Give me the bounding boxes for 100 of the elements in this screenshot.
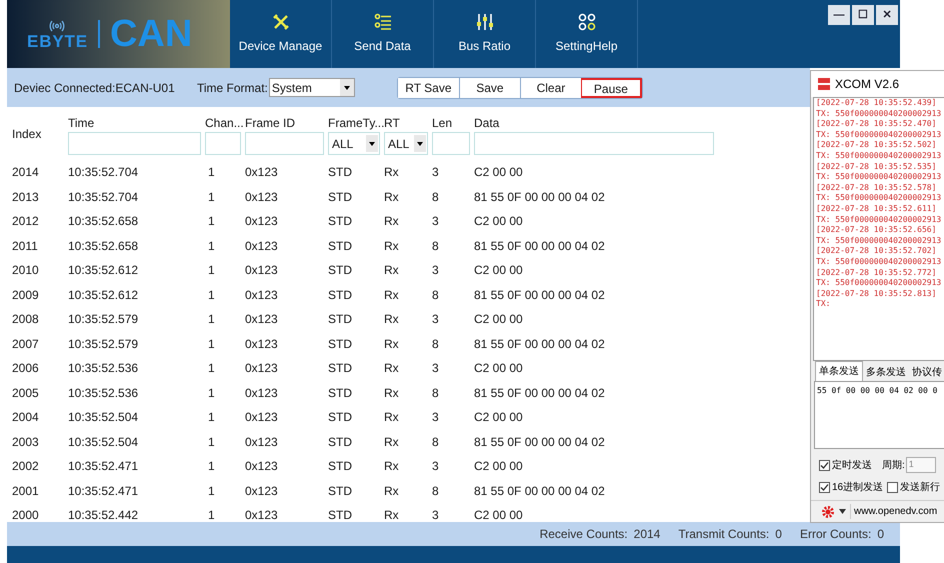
table-cell-text: 1 [207,286,216,304]
log-line: TX: 550f000000040200002913 [816,236,942,246]
status-value: 2014 [634,526,660,543]
table-cell-text: STD [328,336,353,353]
checkbox[interactable] [887,482,898,492]
log-line: TX: 550f000000040200002913 [816,278,942,289]
table-cell-text: STD [328,409,353,426]
column-filter-select[interactable]: ALL [328,132,380,155]
table-cell-text: Rx [384,458,400,476]
table-cell-text: 8 [432,434,440,451]
maximize-button[interactable]: ☐ [852,5,874,25]
table-cell-text: 1 [207,311,216,328]
table-cell-text: 10:35:52.579 [68,311,140,328]
window-title: XCOM V2.6 [835,76,900,93]
app-logo-icon [817,77,831,91]
tab[interactable]: 多条发送 [863,364,909,381]
tab[interactable]: 协议传 [909,364,944,381]
send-text-field[interactable]: 55 0f 00 00 00 04 02 00 0 [814,381,944,449]
log-line: [2022-07-28 10:35:52.611] [816,204,938,215]
table-cell-text: 1 [207,336,216,353]
table-cell-text: Rx [384,336,400,353]
table-cell-text: STD [328,507,353,524]
column-header: Len [432,115,454,132]
column-filter-field[interactable] [205,132,241,155]
table-cell-text: 2009 [12,286,40,304]
column-filter-select[interactable]: ALL [384,132,428,155]
table-cell-text: 3 [432,262,440,280]
table-cell-text: 0x123 [245,458,279,476]
column-filter-field[interactable] [245,132,324,155]
log-line: TX: 550f000000040200002913 [816,108,942,120]
log-line: TX: 550f000000040200002913 [816,256,942,268]
table-cell-text: 0x123 [245,213,279,230]
tab[interactable]: 单条发送 [815,361,863,381]
table-cell-text: STD [328,360,353,378]
minimize-button[interactable]: — [828,5,850,25]
log-line: TX: 550f000000040200002913 [816,130,942,140]
table-cell-text: 10:35:52.471 [68,482,140,500]
time-format-select[interactable]: System [268,78,355,97]
table-cell-text: 81 55 0F 00 00 00 04 02 [474,482,606,500]
website-link[interactable]: www.openedv.com [850,504,938,519]
column-filter-field[interactable] [474,132,714,155]
log-line: [2022-07-28 10:35:52.535] [816,162,938,172]
table-cell-text: 3 [432,311,440,328]
table-cell-text: 10:35:52.579 [68,336,140,353]
status-label: Error Counts: [800,526,872,543]
table-cell-text: 1 [207,434,216,451]
table-cell-text: C2 00 00 [474,458,524,476]
caret-icon[interactable] [839,509,846,514]
gear-icon[interactable] [821,504,835,518]
table-cell-text: 0x123 [245,507,279,524]
table-cell-text: 10:35:52.704 [68,188,140,206]
table-cell-text: 0x123 [245,188,279,206]
tools-icon [272,13,290,31]
log-line: [2022-07-28 10:35:52.702] [816,246,938,257]
table-cell-text: STD [328,188,353,206]
checkbox[interactable] [819,460,830,470]
table-cell-text: STD [328,434,353,451]
log-line: [2022-07-28 10:35:52.772] [816,268,938,278]
table-cell-text: 2005 [12,384,40,402]
table-cell-text: 2007 [12,336,40,353]
table-cell-text: Rx [384,286,400,304]
log-line: [2022-07-28 10:35:52.470] [816,119,938,130]
column-filter-field[interactable] [432,132,470,155]
table-cell-text: 0x123 [245,384,279,402]
table-cell-text: 10:35:52.442 [68,507,140,524]
table-cell-text: 8 [432,238,440,255]
table-cell-text: 1 [207,262,216,280]
table-cell-text: 8 [432,286,440,304]
column-filter-field[interactable] [68,132,201,155]
table-cell-text: 8 [432,482,440,500]
table-cell-text: 2013 [12,188,40,206]
table-cell-text: Rx [384,384,400,402]
table-cell-text: STD [328,482,353,500]
table-cell-text: 10:35:52.536 [68,384,140,402]
table-cell-text: C2 00 00 [474,311,524,328]
log-line: [2022-07-28 10:35:52.813] [816,288,938,300]
table-cell-text: STD [328,458,353,476]
table-cell-text: Rx [384,507,400,524]
close-button[interactable]: ✕ [876,5,898,25]
toolbar-button[interactable]: Pause [580,78,642,98]
table-cell-text: 2011 [12,238,39,255]
table-cell-text: 1 [207,482,216,500]
table-cell-text: 1 [207,409,216,426]
table-cell-text: 10:35:52.612 [68,286,140,304]
checkbox[interactable] [819,482,830,492]
time-format-label: Time Format: [197,80,268,96]
connection-status: Deviec Connected:ECAN-U01 [14,80,176,96]
status-label: Receive Counts: [540,526,628,543]
column-header: Index [12,126,42,142]
table-cell-text: Rx [384,188,400,206]
table-cell-text: 2001 [12,482,40,500]
table-cell-text: 81 55 0F 00 00 00 04 02 [474,286,606,304]
table-cell-text: 0x123 [245,262,279,280]
log-line: TX: 550f000000040200002913 [816,214,942,226]
table-cell-text: 10:35:52.658 [68,213,140,230]
circles-icon [578,13,596,31]
table-cell-text: 3 [432,458,440,476]
table-cell-text: 8 [432,336,440,353]
table-cell-text: C2 00 00 [474,360,524,378]
table-cell-text: Rx [384,434,400,451]
